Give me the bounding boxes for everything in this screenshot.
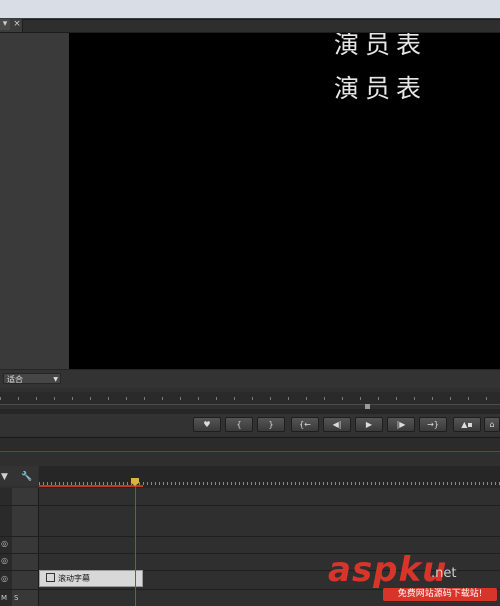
credit-text: 演员表	[334, 33, 428, 59]
watermark-logo: aspku	[328, 550, 448, 590]
panel-tab[interactable]	[22, 19, 500, 32]
close-icon[interactable]: ×	[12, 19, 22, 30]
credit-text: 演员表	[334, 74, 428, 103]
lift-button[interactable]: ▲▪	[453, 417, 481, 432]
solo-toggle[interactable]: S	[14, 594, 18, 602]
zoom-fit-dropdown[interactable]: 适合 ▼	[3, 373, 61, 384]
monitor-settings-row: 适合 ▼	[0, 369, 500, 388]
monitor-time-ruler[interactable]	[0, 392, 500, 405]
zoom-fit-label: 适合	[7, 375, 23, 384]
mute-toggle[interactable]: M	[1, 594, 7, 602]
track-divider	[0, 505, 500, 506]
work-area-bar[interactable]	[39, 485, 143, 487]
watermark-domain: .net	[431, 566, 457, 581]
panel-tab-bar: ▾ ×	[0, 18, 500, 33]
playhead-line[interactable]	[135, 486, 136, 606]
clip-label: 滚动字幕	[58, 574, 90, 583]
mark-in-button[interactable]: {	[225, 417, 253, 432]
extract-button[interactable]: ⌂	[484, 417, 500, 432]
mark-out-button[interactable]: }	[257, 417, 285, 432]
eye-icon[interactable]: ◎	[1, 556, 8, 565]
go-to-out-button[interactable]: →}	[419, 417, 447, 432]
video-preview: 演员表 演员表	[69, 33, 500, 369]
title-clip-icon	[46, 573, 55, 582]
title-clip[interactable]: 滚动字幕	[39, 570, 143, 587]
eye-icon[interactable]: ◎	[1, 539, 8, 548]
eye-icon[interactable]: ◎	[1, 574, 8, 583]
go-to-in-button[interactable]: {←	[291, 417, 319, 432]
track-divider	[0, 536, 500, 537]
panel-menu-icon[interactable]: ▾	[0, 19, 10, 30]
chevron-down-icon: ▼	[53, 376, 58, 383]
step-back-button[interactable]: ◀|	[323, 417, 351, 432]
play-button[interactable]: ▶	[355, 417, 383, 432]
panel-divider	[0, 437, 500, 452]
wrench-icon[interactable]: 🔧	[21, 472, 32, 482]
add-marker-button[interactable]: ♥	[193, 417, 221, 432]
watermark-tagline: 免费网站源码下载站!	[383, 588, 497, 601]
step-forward-button[interactable]: |▶	[387, 417, 415, 432]
marker-icon[interactable]: ▼	[1, 472, 8, 482]
transport-controls: ♥ { } {← ◀| ▶ |▶ →} ▲▪ ⌂	[0, 414, 500, 436]
window-top-strip	[0, 0, 500, 19]
